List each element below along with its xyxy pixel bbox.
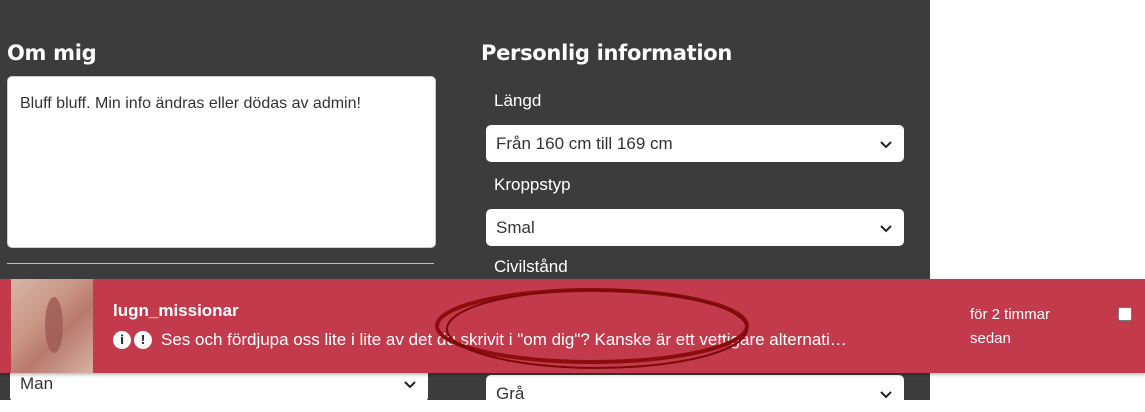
body-type-value: Smal (496, 217, 535, 237)
height-label: Längd (494, 91, 542, 110)
hair-color-value: Grå (496, 383, 525, 403)
notification-message-row[interactable]: i ! Ses och fördjupa oss lite i lite av … (113, 330, 953, 350)
avatar[interactable] (11, 279, 93, 373)
height-select[interactable]: Från 160 cm till 169 cm (486, 125, 904, 162)
body-type-label: Kroppstyp (494, 175, 571, 194)
chevron-down-icon (880, 224, 892, 232)
chevron-down-icon (880, 140, 892, 148)
alert-icon: ! (134, 331, 152, 349)
about-title: Om mig (7, 41, 97, 65)
notification-time: för 2 timmar sedan (970, 306, 1051, 347)
chevron-down-icon (880, 390, 892, 398)
avatar-image (45, 297, 63, 353)
info-icon: i (113, 331, 131, 349)
message-notification[interactable]: lugn_missionar i ! Ses och fördjupa oss … (0, 279, 1145, 373)
divider (7, 263, 434, 264)
height-value: Från 160 cm till 169 cm (496, 133, 673, 153)
notification-username[interactable]: lugn_missionar (113, 301, 239, 321)
personal-info-title: Personlig information (481, 41, 733, 65)
gender-value: Man (20, 373, 54, 393)
civil-status-label: Civilstånd (494, 257, 568, 276)
chevron-down-icon (404, 380, 416, 388)
hair-color-select[interactable]: Grå (486, 375, 904, 412)
about-textarea[interactable]: Bluff bluff. Min info ändras eller dödas… (7, 76, 436, 248)
body-type-select[interactable]: Smal (486, 209, 904, 246)
notification-message: Ses och fördjupa oss lite i lite av det … (161, 330, 847, 349)
notification-checkbox[interactable] (1118, 307, 1132, 321)
